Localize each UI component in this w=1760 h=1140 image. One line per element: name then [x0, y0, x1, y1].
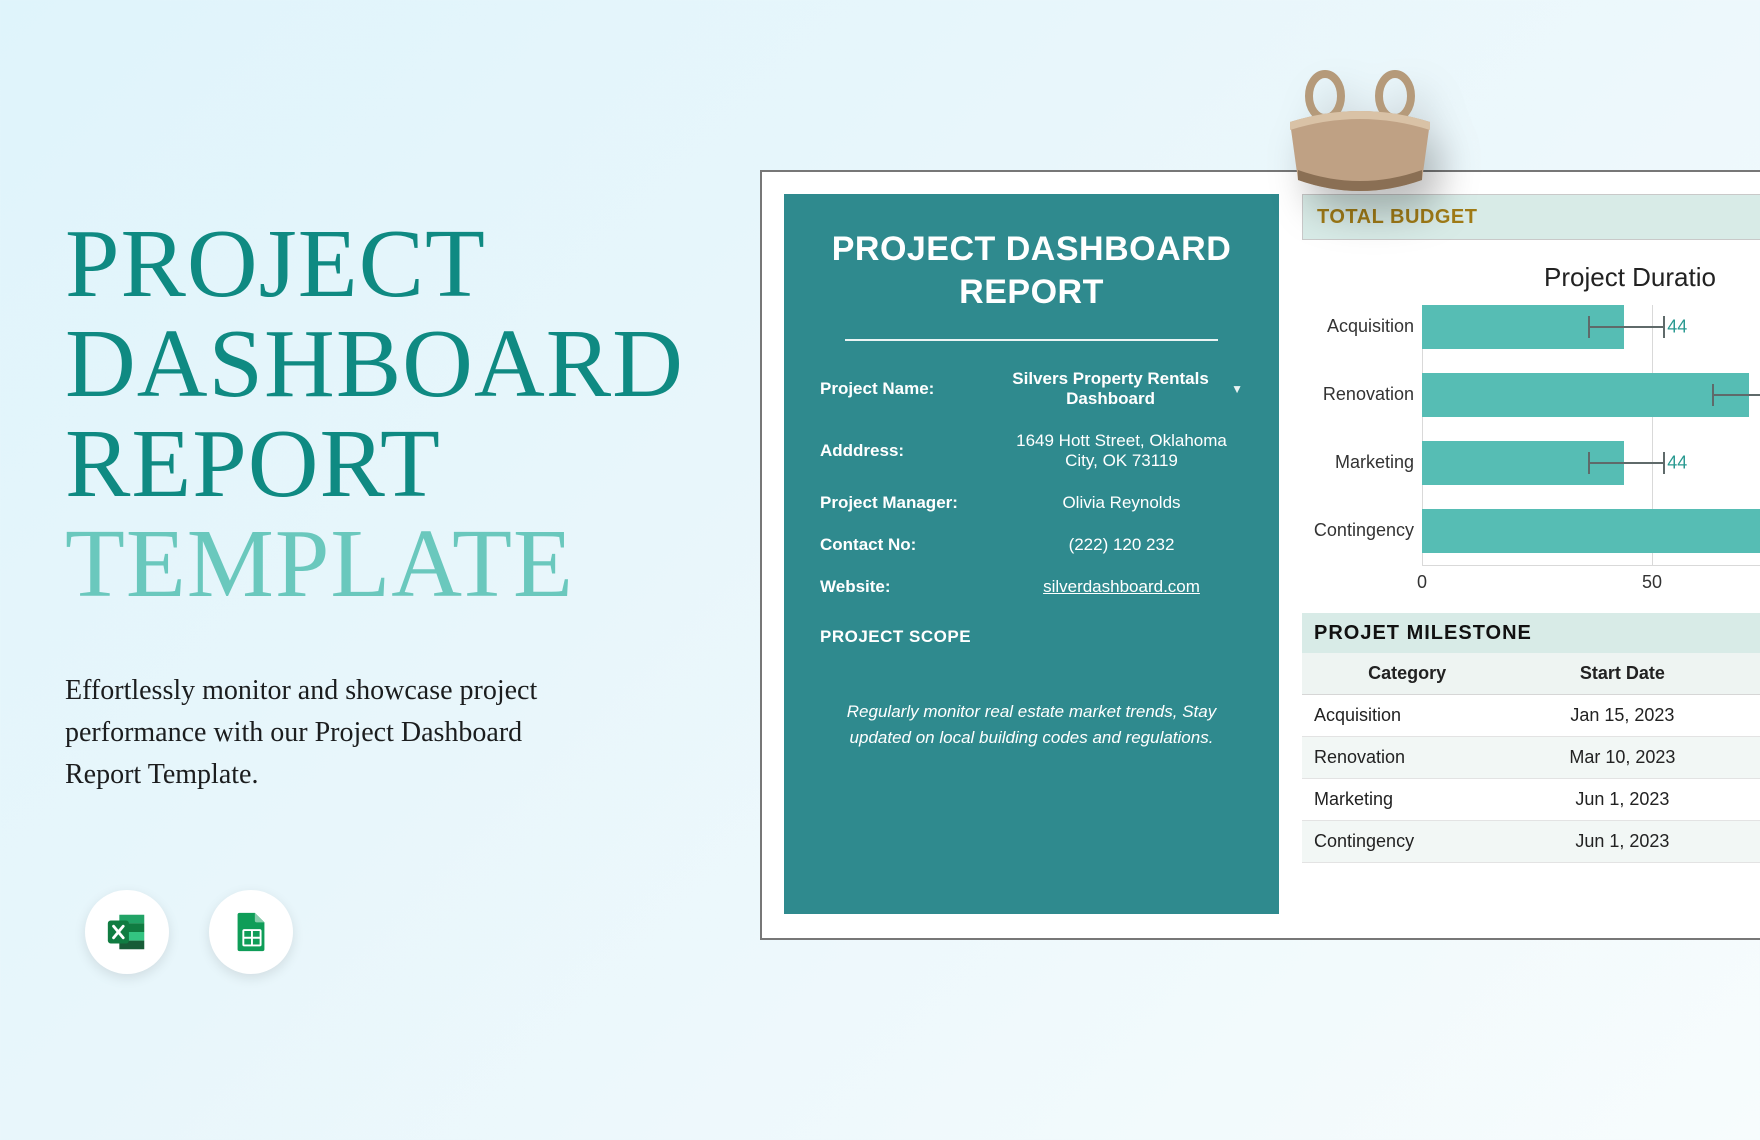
milestone-category-cell: Renovation: [1302, 737, 1512, 779]
card-title-line2: REPORT: [959, 273, 1104, 311]
chart-ylabel: Acquisition: [1302, 316, 1414, 337]
value-website[interactable]: silverdashboard.com: [1000, 577, 1243, 597]
excel-badge[interactable]: [85, 890, 169, 974]
value-contact: (222) 120 232: [1000, 535, 1243, 555]
hero-tagline: Effortlessly monitor and showcase projec…: [65, 670, 585, 796]
milestone-category-cell: Marketing: [1302, 779, 1512, 821]
chart-row: 44: [1422, 441, 1760, 485]
format-badges: [85, 890, 293, 974]
value-pm: Olivia Reynolds: [1000, 493, 1243, 513]
chart-xtick: 50: [1642, 572, 1662, 593]
chart-bar: [1422, 509, 1760, 553]
milestone-col-header: Category: [1302, 653, 1512, 695]
milestone-header: PROJET MILESTONE: [1302, 613, 1760, 653]
milestone-date-cell: Feb 28, 2023: [1733, 695, 1760, 737]
milestone-table: CategoryStart DateEnd Date AcquisitionJa…: [1302, 653, 1760, 863]
milestone-category-cell: Contingency: [1302, 821, 1512, 863]
chart-data-label: 44: [1667, 317, 1687, 338]
milestone-head-row: CategoryStart DateEnd Date: [1302, 653, 1760, 695]
milestone-date-cell: Jul 15, 2023: [1733, 779, 1760, 821]
milestone-category-cell: Acquisition: [1302, 695, 1512, 737]
milestone-date-cell: Jul 15, 2023: [1733, 821, 1760, 863]
chart-row: 71: [1422, 373, 1760, 417]
scope-text: Regularly monitor real estate market tre…: [820, 699, 1243, 750]
value-project-name[interactable]: Silvers Property Rentals Dashboard ▼: [1000, 369, 1243, 409]
google-sheets-badge[interactable]: [209, 890, 293, 974]
milestone-date-cell: Jun 1, 2023: [1512, 779, 1732, 821]
label-address: Adddress:: [820, 441, 1000, 461]
project-name-text: Silvers Property Rentals Dashboard: [1000, 369, 1221, 409]
chart-error-bar: [1712, 384, 1760, 406]
milestone-date-cell: Jun 1, 2023: [1512, 821, 1732, 863]
info-card: PROJECT DASHBOARD REPORT Project Name: S…: [784, 194, 1279, 914]
google-sheets-icon: [228, 909, 274, 955]
label-pm: Project Manager:: [820, 493, 1000, 513]
milestone-date-cell: Jan 15, 2023: [1512, 695, 1732, 737]
milestone-col-header: Start Date: [1512, 653, 1732, 695]
value-address: 1649 Hott Street, Oklahoma City, OK 7311…: [1000, 431, 1243, 471]
chart-bar: [1422, 373, 1749, 417]
hero-line-4: TEMPLATE: [65, 510, 574, 618]
excel-icon: [104, 909, 150, 955]
label-project-name: Project Name:: [820, 379, 1000, 399]
hero-line-2: DASHBOARD: [65, 310, 684, 418]
card-divider: [845, 339, 1217, 341]
chart-data-label: 44: [1667, 453, 1687, 474]
table-row: MarketingJun 1, 2023Jul 15, 2023: [1302, 779, 1760, 821]
milestone-date-cell: May 20, 2023: [1733, 737, 1760, 779]
meta-row-pm: Project Manager: Olivia Reynolds: [820, 493, 1243, 513]
chart-error-bar: [1588, 316, 1666, 338]
card-title-line1: PROJECT DASHBOARD: [832, 230, 1232, 268]
hero-line-1: PROJECT: [65, 210, 486, 318]
chart-error-bar: [1588, 452, 1666, 474]
right-column: TOTAL BUDGET $230,0 Project Duratio 4471…: [1302, 194, 1760, 916]
table-row: ContingencyJun 1, 2023Jul 15, 2023: [1302, 821, 1760, 863]
chart-xtick: 0: [1417, 572, 1427, 593]
chart-title: Project Duratio: [1302, 262, 1760, 293]
duration-chart: 44 71 44 0 50 Acquisition Renovation Marketin…: [1302, 305, 1760, 605]
meta-row-project-name: Project Name: Silvers Property Rentals D…: [820, 369, 1243, 409]
meta-row-website: Website: silverdashboard.com: [820, 577, 1243, 597]
document-preview: PROJECT DASHBOARD REPORT Project Name: S…: [760, 170, 1760, 940]
label-contact: Contact No:: [820, 535, 1000, 555]
table-row: AcquisitionJan 15, 2023Feb 28, 2023: [1302, 695, 1760, 737]
meta-block: Project Name: Silvers Property Rentals D…: [820, 369, 1243, 597]
chart-ylabel: Contingency: [1302, 520, 1414, 541]
meta-row-address: Adddress: 1649 Hott Street, Oklahoma Cit…: [820, 431, 1243, 471]
scope-heading: PROJECT SCOPE: [820, 627, 1243, 647]
hero-title: PROJECT DASHBOARD REPORT TEMPLATE: [65, 215, 705, 615]
chart-ylabel: Marketing: [1302, 452, 1414, 473]
chart-row: 44: [1422, 305, 1760, 349]
milestone-date-cell: Mar 10, 2023: [1512, 737, 1732, 779]
hero-line-3: REPORT: [65, 410, 441, 518]
label-website: Website:: [820, 577, 1000, 597]
chart-ylabel: Renovation: [1302, 384, 1414, 405]
hero: PROJECT DASHBOARD REPORT TEMPLATE Effort…: [65, 215, 705, 796]
milestone-col-header: End Date: [1733, 653, 1760, 695]
meta-row-contact: Contact No: (222) 120 232: [820, 535, 1243, 555]
card-title: PROJECT DASHBOARD REPORT: [820, 228, 1243, 313]
table-row: RenovationMar 10, 2023May 20, 2023: [1302, 737, 1760, 779]
binder-clip-icon: [1270, 70, 1450, 215]
chart-row: [1422, 509, 1760, 553]
chevron-down-icon: ▼: [1231, 382, 1243, 396]
